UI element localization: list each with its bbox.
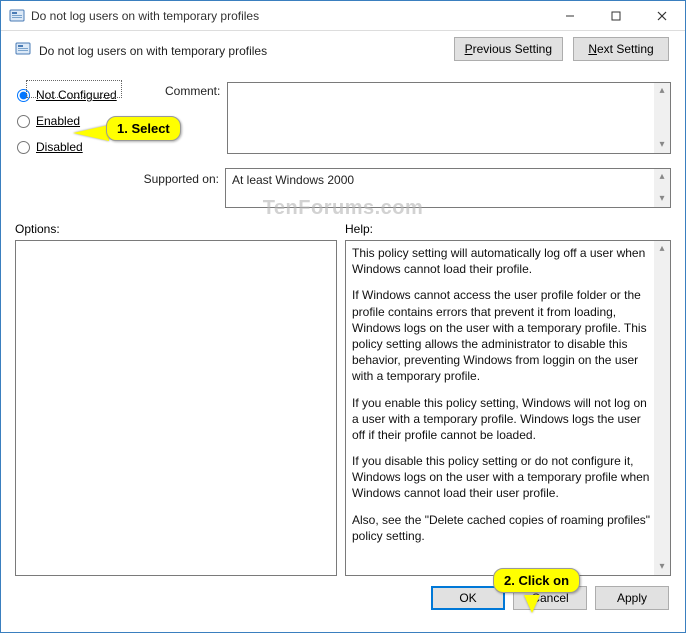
policy-icon xyxy=(9,8,25,24)
supported-on-field-wrap: At least Windows 2000 ▴ ▾ xyxy=(225,168,671,208)
apply-button[interactable]: Apply xyxy=(595,586,669,610)
window-title: Do not log users on with temporary profi… xyxy=(31,9,547,23)
help-panel: This policy setting will automatically l… xyxy=(345,240,671,576)
scroll-up-icon[interactable]: ▴ xyxy=(659,83,664,99)
minimize-button[interactable] xyxy=(547,1,593,30)
ok-label: OK xyxy=(459,591,476,605)
close-button[interactable] xyxy=(639,1,685,30)
radio-enabled-input[interactable] xyxy=(17,115,30,128)
annotation-pointer-2 xyxy=(524,595,540,613)
titlebar: Do not log users on with temporary profi… xyxy=(1,1,685,31)
comment-scrollbar[interactable]: ▴ ▾ xyxy=(654,83,670,153)
supported-scrollbar[interactable]: ▴ ▾ xyxy=(654,169,670,207)
previous-setting-button[interactable]: Previous Setting xyxy=(454,37,563,61)
help-para: If you disable this policy setting or do… xyxy=(352,453,652,502)
supported-row: Supported on: At least Windows 2000 ▴ ▾ xyxy=(15,168,671,208)
options-panel[interactable] xyxy=(15,240,337,576)
supported-on-value: At least Windows 2000 xyxy=(232,173,652,187)
help-para: This policy setting will automatically l… xyxy=(352,245,652,277)
policy-title: Do not log users on with temporary profi… xyxy=(39,44,267,58)
radio-disabled-input[interactable] xyxy=(17,141,30,154)
next-setting-button[interactable]: Next Setting xyxy=(573,37,669,61)
scroll-down-icon[interactable]: ▾ xyxy=(659,137,664,153)
apply-label: Apply xyxy=(617,591,647,605)
radio-not-configured-label: Not Configured xyxy=(36,88,117,102)
options-label: Options: xyxy=(15,222,345,236)
help-label: Help: xyxy=(345,222,373,236)
help-para: If you enable this policy setting, Windo… xyxy=(352,395,652,444)
radio-disabled-label: Disabled xyxy=(36,140,83,154)
comment-textbox[interactable]: ▴ ▾ xyxy=(227,82,671,154)
panels: This policy setting will automatically l… xyxy=(15,240,671,576)
ok-button[interactable]: OK xyxy=(431,586,505,610)
annotation-select: 1. Select xyxy=(106,116,181,141)
scroll-down-icon[interactable]: ▾ xyxy=(659,559,664,575)
radio-not-configured[interactable]: Not Configured xyxy=(15,82,165,108)
help-para: If Windows cannot access the user profil… xyxy=(352,287,652,384)
radio-not-configured-input[interactable] xyxy=(17,89,30,102)
section-labels: Options: Help: xyxy=(15,222,671,236)
scroll-down-icon[interactable]: ▾ xyxy=(659,191,664,207)
policy-icon xyxy=(15,41,31,60)
scroll-up-icon[interactable]: ▴ xyxy=(659,169,664,185)
annotation-pointer-1 xyxy=(73,125,109,141)
annotation-clickon: 2. Click on xyxy=(493,568,580,593)
help-text: This policy setting will automatically l… xyxy=(352,245,652,571)
dialog-buttons: OK Cancel Apply xyxy=(1,576,685,610)
dialog-content: Do not log users on with temporary profi… xyxy=(1,31,685,576)
options-value xyxy=(22,245,318,571)
maximize-button[interactable] xyxy=(593,1,639,30)
supported-on-label: Supported on: xyxy=(15,168,225,208)
help-scrollbar[interactable]: ▴ ▾ xyxy=(654,241,670,575)
scroll-up-icon[interactable]: ▴ xyxy=(659,241,664,257)
supported-on-textbox: At least Windows 2000 ▴ ▾ xyxy=(225,168,671,208)
nav-buttons: Previous Setting Next Setting xyxy=(454,37,669,61)
policy-editor-window: Do not log users on with temporary profi… xyxy=(0,0,686,633)
comment-field-wrap: ▴ ▾ xyxy=(227,82,671,160)
window-controls xyxy=(547,1,685,30)
help-para: Also, see the "Delete cached copies of r… xyxy=(352,512,652,544)
